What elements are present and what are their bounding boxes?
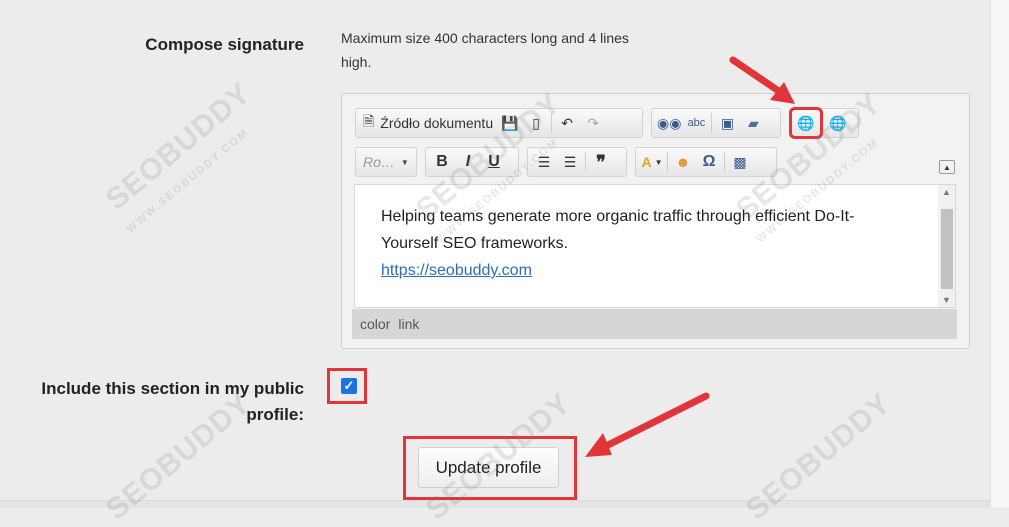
smiley-icon: ☻ bbox=[675, 154, 691, 170]
omega-icon: Ω bbox=[702, 153, 716, 170]
text-color-icon: A bbox=[641, 154, 652, 170]
globe-icon: 🌐 bbox=[829, 114, 847, 131]
find-button[interactable]: ◉◉ bbox=[655, 111, 683, 135]
new-page-button[interactable]: ▯ bbox=[523, 111, 549, 135]
editor-scrollbar[interactable]: ▲ ▼ bbox=[938, 185, 955, 307]
italic-button[interactable]: I bbox=[455, 150, 481, 174]
maximize-button[interactable]: ▩ bbox=[727, 150, 753, 174]
eraser-icon: ▰ bbox=[748, 114, 759, 131]
arrow-to-plugin bbox=[729, 56, 790, 100]
public-profile-label: Include this section in my public profil… bbox=[41, 379, 304, 424]
signature-link[interactable]: https://seobuddy.com bbox=[381, 257, 532, 284]
chevron-down-icon: ▼ bbox=[654, 157, 663, 167]
bulleted-list-button[interactable]: ☰ bbox=[557, 150, 583, 174]
numbered-list-button[interactable]: ☰ bbox=[531, 150, 557, 174]
signature-text: Helping teams generate more organic traf… bbox=[381, 208, 855, 252]
scroll-up-icon[interactable]: ▲ bbox=[938, 187, 955, 197]
scroll-thumb[interactable] bbox=[941, 209, 953, 289]
underline-label: U bbox=[488, 153, 500, 170]
select-all-icon: ▣ bbox=[720, 114, 735, 131]
numbered-list-icon: ☰ bbox=[537, 153, 551, 170]
redo-icon: ↷ bbox=[587, 114, 599, 131]
toolbar-group-font: Ro… ▼ bbox=[355, 147, 417, 177]
toolbar-separator bbox=[711, 113, 713, 133]
checkbox-highlight bbox=[327, 368, 367, 404]
signature-label: Compose signature bbox=[145, 35, 304, 54]
toolbar-group-tools: ◉◉ abc ▣ ▰ bbox=[651, 108, 781, 138]
plugin-button[interactable]: 🌐 bbox=[825, 111, 851, 135]
toolbar-separator bbox=[551, 113, 553, 133]
collapse-toolbar-button[interactable]: ▲ bbox=[939, 160, 955, 174]
scroll-down-icon[interactable]: ▼ bbox=[938, 295, 955, 305]
signature-hint: Maximum size 400 characters long and 4 l… bbox=[341, 30, 629, 70]
binoculars-icon: ◉◉ bbox=[657, 114, 682, 131]
toolbar-group-document: 🗎 Źródło dokumentu 💾 ▯ ↶ ↷ bbox=[355, 108, 643, 138]
save-button[interactable]: 💾 bbox=[497, 111, 523, 135]
maximize-icon: ▩ bbox=[733, 153, 747, 170]
plugin-button-highlighted[interactable]: 🌐 bbox=[789, 107, 823, 139]
path-item-link[interactable]: link bbox=[398, 316, 419, 332]
toolbar-group-insert: A ▼ ☻ Ω ▩ bbox=[635, 147, 777, 177]
arrow-to-update bbox=[600, 392, 710, 451]
bulleted-list-icon: ☰ bbox=[563, 153, 577, 170]
undo-button[interactable]: ↶ bbox=[554, 111, 580, 135]
toolbar-separator bbox=[667, 152, 668, 172]
signature-editor: 🗎 Źródło dokumentu 💾 ▯ ↶ ↷ ◉◉ abc ▣ ▰ 🌐 … bbox=[341, 93, 970, 349]
toolbar-group-lists: ☰ ☰ ❞ bbox=[527, 147, 627, 177]
spellcheck-icon: abc bbox=[687, 117, 706, 129]
arrowhead-to-update bbox=[585, 433, 612, 457]
bold-label: B bbox=[436, 153, 448, 170]
blockquote-button[interactable]: ❞ bbox=[588, 150, 614, 174]
save-icon: 💾 bbox=[501, 114, 519, 131]
toolbar-separator bbox=[724, 152, 725, 172]
font-label: Ro… bbox=[363, 154, 395, 170]
italic-label: I bbox=[465, 153, 471, 170]
toolbar-group-basic: B I U bbox=[425, 147, 519, 177]
page-scrollbar[interactable] bbox=[990, 0, 1009, 507]
page-icon: ▯ bbox=[532, 114, 540, 131]
source-button[interactable]: 🗎 Źródło dokumentu bbox=[359, 111, 497, 135]
text-color-button[interactable]: A ▼ bbox=[639, 150, 665, 174]
element-path-bar: color link bbox=[352, 309, 957, 339]
chevron-down-icon: ▼ bbox=[400, 157, 409, 167]
document-icon: 🗎 bbox=[363, 113, 375, 129]
watermark-site: WWW.SEOBUDDY.COM bbox=[124, 126, 252, 236]
remove-format-button[interactable]: ▰ bbox=[740, 111, 766, 135]
undo-icon: ↶ bbox=[561, 114, 573, 131]
font-dropdown[interactable]: Ro… ▼ bbox=[359, 150, 413, 174]
smiley-button[interactable]: ☻ bbox=[670, 150, 696, 174]
select-all-button[interactable]: ▣ bbox=[714, 111, 740, 135]
button-highlight bbox=[403, 436, 577, 500]
quote-icon: ❞ bbox=[596, 151, 606, 172]
path-item-color[interactable]: color bbox=[360, 316, 390, 332]
globe-icon: 🌐 bbox=[797, 114, 815, 131]
spellcheck-button[interactable]: abc bbox=[683, 111, 709, 135]
toolbar-separator bbox=[585, 152, 586, 172]
underline-button[interactable]: U bbox=[481, 150, 507, 174]
bold-button[interactable]: B bbox=[429, 150, 455, 174]
toolbar-group-plugins: 🌐 🌐 bbox=[789, 107, 859, 139]
collapse-icon: ▲ bbox=[943, 162, 951, 172]
editor-toolbar: 🗎 Źródło dokumentu 💾 ▯ ↶ ↷ ◉◉ abc ▣ ▰ 🌐 … bbox=[352, 94, 957, 184]
editor-content[interactable]: Helping teams generate more organic traf… bbox=[354, 184, 956, 308]
special-char-button[interactable]: Ω bbox=[696, 150, 722, 174]
watermark-brand: SEOBUDDY bbox=[99, 76, 258, 217]
redo-button[interactable]: ↷ bbox=[580, 111, 606, 135]
source-label: Źródło dokumentu bbox=[380, 115, 494, 131]
